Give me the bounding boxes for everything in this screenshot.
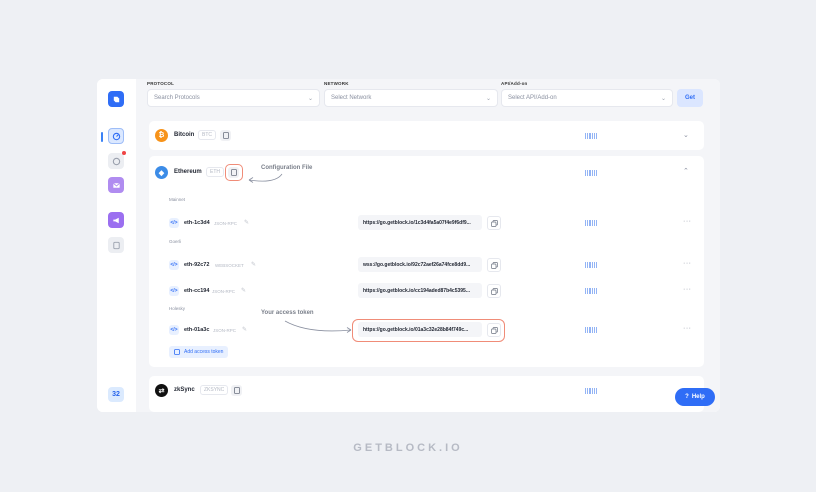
chevron-down-icon: ⌄ [485, 96, 491, 102]
protocol-card-ethereum: ◆ Ethereum ETH Configuration File ⌃ Main… [149, 156, 704, 367]
protocol-ticker: ZKSYNC [200, 385, 229, 395]
endpoint-name: eth-cc194 [184, 288, 210, 294]
endpoint-type: WEBSOCKET [215, 263, 244, 268]
sidebar: 32 [97, 79, 134, 412]
network-select[interactable]: Select Network ⌄ [324, 89, 498, 107]
mail-icon[interactable] [108, 177, 124, 193]
copy-icon[interactable] [487, 323, 501, 337]
more-icon[interactable]: ··· [683, 218, 692, 225]
more-icon[interactable]: ··· [683, 260, 692, 267]
section-holesky: Holesky [169, 306, 186, 311]
counter-badge[interactable]: 32 [108, 387, 124, 402]
protocol-select[interactable]: Search Protocols ⌄ [147, 89, 320, 107]
chevron-down-icon[interactable]: ⌄ [683, 131, 689, 139]
brand-wordmark: GETBLOCK.IO [353, 442, 463, 454]
protocol-card-bitcoin[interactable]: ₿ Bitcoin BTC ⌄ [149, 121, 704, 150]
config-arrow [248, 173, 283, 183]
zksync-logo-icon: ⇄ [155, 384, 168, 397]
edit-icon[interactable]: ✎ [242, 326, 247, 333]
endpoint-name: eth-92c72 [184, 262, 210, 268]
access-token-arrow [284, 320, 352, 333]
code-icon: </> [169, 325, 179, 335]
app-window: 32 PROTOCOL Search Protocols ⌄ NETWORK S… [97, 79, 720, 412]
megaphone-icon[interactable] [108, 212, 124, 228]
add-access-token-label: Add access token [184, 349, 224, 355]
config-file-icon[interactable] [220, 130, 231, 141]
logo-icon[interactable] [108, 91, 124, 107]
more-icon[interactable]: ··· [683, 286, 692, 293]
help-button[interactable]: ? Help [675, 388, 715, 406]
api-select[interactable]: Select API/Add-on ⌄ [501, 89, 673, 107]
copy-icon[interactable] [487, 258, 501, 272]
copy-icon[interactable] [487, 284, 501, 298]
section-goerli: Goerli [169, 239, 182, 244]
protocol-ticker: BTC [198, 130, 216, 140]
chevron-down-icon: ⌄ [660, 96, 666, 102]
protocol-ticker: ETH [206, 167, 224, 177]
help-label: Help [691, 394, 705, 400]
endpoint-url[interactable]: https://go.getblock.io/cc194aded87b4c539… [358, 283, 482, 298]
protocol-name: zkSync [174, 387, 195, 393]
token-icon [174, 349, 180, 355]
section-mainnet: Mainnet [169, 197, 186, 202]
endpoint-type: JSON-RPC [213, 328, 237, 333]
endpoint-name: eth-1c3d4 [184, 220, 210, 226]
endpoint-type: JSON-RPC [214, 221, 238, 226]
more-icon[interactable]: ··· [683, 325, 692, 332]
endpoint-type: JSON-RPC [212, 289, 236, 294]
usage-bars [585, 220, 598, 226]
protocol-label: PROTOCOL [147, 81, 175, 86]
active-marker [101, 132, 103, 142]
config-file-icon[interactable] [228, 167, 239, 178]
endpoint-url[interactable]: https://go.getblock.io/01a3c32e28b84f749… [358, 322, 482, 337]
edit-icon[interactable]: ✎ [251, 261, 256, 268]
dashboard-icon[interactable] [108, 128, 124, 144]
protocol-name: Bitcoin [174, 132, 195, 138]
chevron-up-icon[interactable]: ⌃ [683, 167, 689, 175]
network-label: NETWORK [324, 81, 349, 86]
code-icon: </> [169, 218, 179, 228]
network-placeholder: Select Network [331, 95, 372, 101]
chevron-down-icon: ⌄ [307, 96, 313, 102]
notification-dot [122, 151, 126, 155]
edit-icon[interactable]: ✎ [244, 219, 249, 226]
access-token-annotation: Your access token [261, 310, 314, 316]
protocol-placeholder: Search Protocols [154, 95, 200, 101]
endpoint-name: eth-01a3c [184, 327, 210, 333]
api-placeholder: Select API/Add-on [508, 95, 557, 101]
usage-bars [585, 327, 598, 333]
main-content: PROTOCOL Search Protocols ⌄ NETWORK Sele… [136, 79, 720, 412]
code-icon: </> [169, 260, 179, 270]
config-file-icon[interactable] [231, 385, 242, 396]
bitcoin-logo-icon: ₿ [155, 129, 168, 142]
config-file-annotation: Configuration File [261, 165, 313, 171]
api-label: API/Add-on [501, 81, 528, 86]
endpoint-url[interactable]: wss://go.getblock.io/92c72aef26a74fce8dd… [358, 257, 482, 272]
protocol-name: Ethereum [174, 169, 202, 175]
docs-icon[interactable] [108, 237, 124, 253]
protocol-card-zksync[interactable]: ⇄ zkSync ZKSYNC [149, 376, 704, 412]
stats-icon[interactable] [108, 153, 124, 169]
get-button[interactable]: Get [677, 89, 703, 107]
usage-bars [585, 388, 598, 394]
add-access-token-button[interactable]: Add access token [169, 346, 229, 358]
copy-icon[interactable] [487, 216, 501, 230]
edit-icon[interactable]: ✎ [241, 287, 246, 294]
code-icon: </> [169, 286, 179, 296]
usage-bars [585, 133, 598, 139]
usage-bars [585, 170, 598, 176]
endpoint-url[interactable]: https://go.getblock.io/1c3d4fa5a07f4e9f6… [358, 215, 482, 230]
help-icon: ? [685, 394, 689, 400]
ethereum-logo-icon: ◆ [155, 166, 168, 179]
usage-bars [585, 262, 598, 268]
usage-bars [585, 288, 598, 294]
